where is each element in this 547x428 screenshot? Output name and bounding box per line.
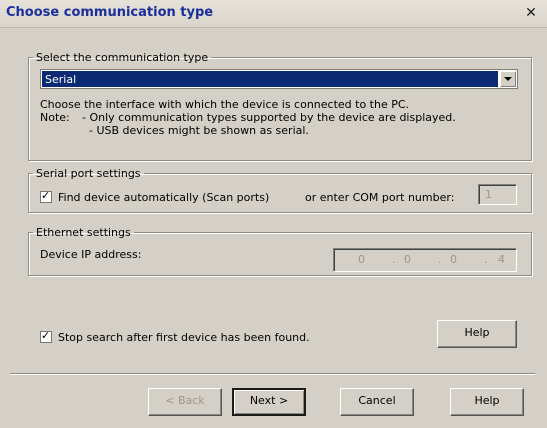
com-port-input[interactable]: 1 [478,184,517,205]
comm-type-description: Choose the interface with which the devi… [40,98,410,111]
next-button[interactable]: Next > [232,388,306,416]
ethernet-settings-legend: Ethernet settings [36,226,131,239]
comm-type-legend: Select the communication type [36,51,209,64]
note-line-1: - Only communication types supported by … [82,111,456,124]
ip-octet-3: 0 [450,253,457,266]
separator [10,373,535,375]
close-icon[interactable]: ✕ [523,5,539,21]
ip-octet-1: 0 [358,253,365,266]
serial-settings-group: Serial port settings [28,167,532,213]
window-title: Choose communication type [6,5,214,20]
ip-octet-2: 0 [404,253,411,266]
scan-ports-checkbox[interactable]: ✓ [40,189,52,203]
note-label: Note: [40,111,70,124]
scan-ports-label: Find device automatically (Scan ports) [58,191,270,204]
comm-type-selected-value: Serial [42,71,498,87]
note-line-2: - USB devices might be shown as serial. [89,124,309,137]
com-port-label: or enter COM port number: [305,191,455,204]
stop-search-label: Stop search after first device has been … [58,331,310,344]
ip-address-field[interactable]: 0 . 0 . 0 . 4 [333,248,517,272]
ip-address-label: Device IP address: [40,248,142,261]
ip-octet-4: 4 [498,253,505,266]
serial-settings-legend: Serial port settings [36,167,141,180]
check-icon: ✓ [41,189,51,202]
cancel-button[interactable]: Cancel [340,388,414,416]
ip-dot: . [484,253,488,266]
chevron-down-icon[interactable] [500,71,516,87]
help-button[interactable]: Help [450,388,524,416]
check-icon: ✓ [41,329,51,342]
comm-type-select[interactable]: Serial [40,69,518,89]
ip-dot: . [438,253,442,266]
back-button[interactable]: < Back [148,388,222,416]
title-bar: Choose communication type ✕ [0,0,547,28]
help-button-search[interactable]: Help [437,320,517,348]
ip-dot: . [392,253,396,266]
stop-search-checkbox[interactable]: ✓ [40,329,52,343]
